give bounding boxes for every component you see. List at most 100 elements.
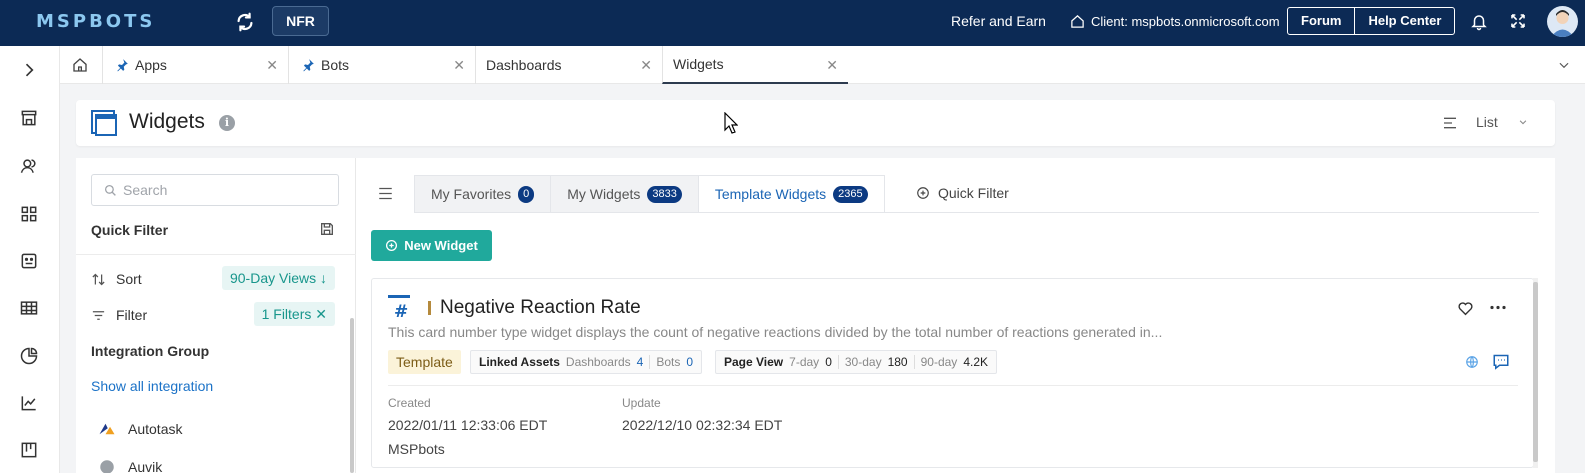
view-mode-select[interactable]: List (1476, 114, 1498, 130)
sort-label: Sort (116, 271, 142, 287)
filter-value-pill[interactable]: 1 Filters ✕ (253, 302, 335, 326)
subtab-label: Template Widgets (714, 186, 827, 202)
menu-icon[interactable] (378, 187, 393, 200)
dashboards-count[interactable]: 4 (637, 355, 644, 369)
auvik-logo-icon (100, 460, 114, 473)
subtab-my-favorites[interactable]: My Favorites 0 (414, 175, 551, 213)
linked-assets-label: Linked Assets (479, 355, 560, 369)
bots-count[interactable]: 0 (686, 355, 693, 369)
info-icon[interactable]: i (219, 115, 235, 131)
apps-grid-icon[interactable] (19, 204, 39, 224)
integration-label: Autotask (128, 421, 183, 437)
pin-icon[interactable] (115, 58, 129, 72)
refresh-icon[interactable] (234, 11, 256, 33)
template-tag: Template (388, 350, 461, 374)
tab-widgets[interactable]: Widgets ✕ (662, 46, 848, 84)
table-icon[interactable] (19, 298, 39, 318)
globe-icon[interactable] (1465, 355, 1479, 369)
list-view-icon[interactable] (1442, 115, 1458, 131)
expand-sidebar-icon[interactable] (19, 60, 39, 80)
sort-row: Sort (91, 271, 142, 287)
close-icon[interactable]: ✕ (640, 57, 652, 74)
card-number-widget-icon: # (388, 295, 410, 319)
chevron-down-icon[interactable] (1518, 117, 1528, 127)
user-avatar[interactable] (1547, 6, 1578, 37)
filter-label: Filter (116, 307, 148, 323)
save-icon[interactable] (319, 221, 335, 237)
tab-label: Widgets (673, 56, 724, 72)
bots-label: Bots (656, 355, 681, 369)
tab-dashboards[interactable]: Dashboards ✕ (475, 46, 662, 84)
page-view-label: Page View (724, 355, 784, 369)
mspbots-logo[interactable]: MSPBOTS (36, 11, 155, 32)
tab-label: Apps (135, 57, 167, 73)
new-widget-button[interactable]: New Widget (371, 230, 492, 261)
created-label: Created (388, 396, 431, 410)
count-badge: 3833 (647, 185, 682, 203)
search-box (91, 174, 339, 206)
widgets-main-panel: My Favorites 0 My Widgets 3833 Template … (356, 158, 1555, 473)
search-input[interactable] (123, 182, 323, 198)
divider (388, 385, 1518, 386)
pie-chart-icon[interactable] (19, 346, 39, 366)
widget-title[interactable]: Negative Reaction Rate (440, 297, 641, 319)
line-chart-icon[interactable] (19, 393, 39, 413)
more-options-icon[interactable] (1490, 305, 1506, 310)
search-icon (104, 184, 116, 196)
integration-label: Auvik (128, 459, 163, 473)
updated-date: 2022/12/10 02:32:34 EDT (622, 417, 783, 433)
quick-filter-button[interactable]: Quick Filter (916, 185, 1009, 201)
subtab-label: My Widgets (567, 186, 641, 202)
subtab-template-widgets[interactable]: Template Widgets 2365 (697, 175, 885, 213)
left-rail (0, 46, 60, 473)
support-button-group: Forum Help Center (1287, 7, 1456, 35)
integration-item-autotask[interactable]: Autotask (98, 421, 182, 437)
show-all-integration-link[interactable]: Show all integration (91, 378, 213, 394)
integration-item-auvik[interactable]: Auvik (98, 458, 162, 473)
tab-label: Bots (321, 57, 350, 73)
store-icon[interactable] (19, 108, 39, 128)
pin-icon[interactable] (301, 58, 315, 72)
subtab-my-widgets[interactable]: My Widgets 3833 (550, 175, 698, 213)
new-widget-label: New Widget (404, 238, 478, 253)
close-icon[interactable]: ✕ (266, 57, 278, 74)
comment-icon[interactable] (1492, 353, 1510, 370)
chevron-down-icon[interactable] (1557, 58, 1571, 72)
filter-icon (92, 310, 105, 320)
widget-card[interactable]: # Negative Reaction Rate This card numbe… (371, 278, 1534, 468)
help-center-button[interactable]: Help Center (1354, 8, 1454, 34)
users-icon[interactable] (19, 156, 39, 176)
client-name: Client: mspbots.onmicrosoft.com (1091, 14, 1280, 29)
home-icon[interactable] (72, 57, 88, 73)
pv-7-label: 7-day (789, 355, 820, 369)
page-title: Widgets (129, 110, 205, 133)
update-label: Update (622, 396, 661, 410)
list-scrollbar[interactable] (1533, 278, 1538, 468)
widget-author: MSPbots (388, 441, 445, 457)
tab-apps[interactable]: Apps ✕ (102, 46, 288, 84)
tab-label: Dashboards (486, 57, 562, 73)
sort-value-pill[interactable]: 90-Day Views ↓ (221, 266, 335, 290)
sidebar-scrollbar[interactable] (350, 318, 354, 473)
svg-text:#: # (394, 302, 408, 319)
home-outline-icon (1071, 15, 1084, 28)
pv-7-value: 0 (825, 355, 832, 369)
subtab-label: My Favorites (431, 186, 512, 202)
bot-icon[interactable] (19, 251, 39, 271)
autotask-logo-icon (99, 423, 115, 435)
count-badge: 2365 (833, 185, 868, 203)
tab-bots[interactable]: Bots ✕ (288, 46, 475, 84)
client-selector[interactable]: Client: mspbots.onmicrosoft.com (1070, 14, 1280, 29)
count-badge: 0 (518, 185, 535, 203)
refer-and-earn-link[interactable]: Refer and Earn (951, 13, 1046, 29)
bell-icon[interactable] (1470, 12, 1488, 32)
kanban-icon[interactable] (19, 440, 39, 460)
pv-30-label: 30-day (844, 355, 882, 369)
forum-button[interactable]: Forum (1288, 8, 1354, 34)
scrollbar-thumb[interactable] (1533, 282, 1538, 462)
close-icon[interactable]: ✕ (826, 57, 838, 74)
fullscreen-icon[interactable] (1510, 13, 1526, 29)
close-icon[interactable]: ✕ (453, 57, 465, 74)
nfr-button[interactable]: NFR (272, 6, 329, 36)
heart-icon[interactable] (1457, 300, 1474, 316)
